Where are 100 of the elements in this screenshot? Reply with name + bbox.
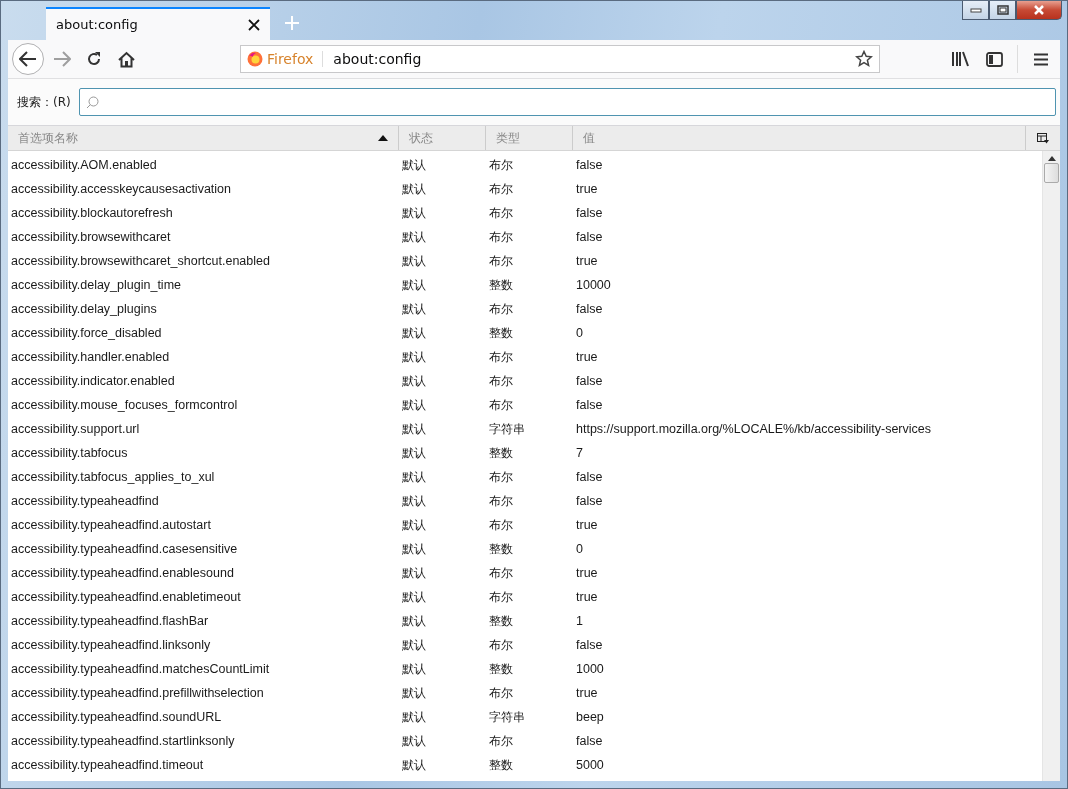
type-cell-text: 布尔 xyxy=(488,564,514,582)
pref-name-cell-text: accessibility.typeaheadfind.soundURL xyxy=(10,710,223,724)
scroll-up-icon[interactable] xyxy=(1047,156,1056,161)
type-cell-text: 布尔 xyxy=(488,180,514,198)
value-cell-text: true xyxy=(575,182,599,196)
pref-name-cell-text: accessibility.typeaheadfind.linksonly xyxy=(10,638,212,652)
close-tab-button[interactable] xyxy=(248,18,260,31)
type-cell-text: 布尔 xyxy=(488,204,514,222)
pref-name-cell-text: accessibility.typeaheadfind.flashBar xyxy=(10,614,210,628)
value-cell-text: false xyxy=(575,374,604,388)
search-field[interactable] xyxy=(78,88,1056,116)
status-cell-text: 默认 xyxy=(401,564,427,582)
browser-tab[interactable]: about:config xyxy=(46,7,270,40)
search-icon xyxy=(85,95,99,109)
type-cell-text: 整数 xyxy=(488,444,514,462)
pref-name-cell-text: accessibility.browsewithcaret_shortcut.enabled xyxy=(10,254,271,268)
type-cell-text: 布尔 xyxy=(488,492,514,510)
maximize-icon xyxy=(996,5,1009,15)
status-cell-text: 默认 xyxy=(401,276,427,294)
back-arrow-icon xyxy=(19,51,37,67)
value-cell-text: beep xyxy=(575,710,605,724)
pref-name-cell-text: accessibility.browsewithcaret xyxy=(10,230,172,244)
type-cell-text: 整数 xyxy=(488,612,514,630)
column-header[interactable]: 类型 xyxy=(486,126,573,150)
value-cell-text: https://support.mozilla.org/%LOCALE%/kb/accessibility-services xyxy=(575,422,932,436)
pref-name-cell-text: accessibility.typeaheadfind.prefillwithselection xyxy=(10,686,265,700)
type-cell-text: 整数 xyxy=(488,756,514,774)
status-cell-text: 默认 xyxy=(401,684,427,702)
maximize-button[interactable] xyxy=(989,1,1016,20)
home-icon xyxy=(117,50,135,68)
type-cell-text: 整数 xyxy=(488,540,514,558)
type-cell-text: 布尔 xyxy=(488,468,514,486)
value-cell-text: true xyxy=(575,590,599,604)
value-cell-text: false xyxy=(575,734,604,748)
type-cell-text: 布尔 xyxy=(488,156,514,174)
status-cell-text: 默认 xyxy=(401,660,427,678)
value-cell-text: 7 xyxy=(575,446,584,460)
close-window-button[interactable] xyxy=(1016,1,1062,20)
type-cell-text: 布尔 xyxy=(488,588,514,606)
tab-title: about:config xyxy=(56,17,138,32)
type-cell-text: 布尔 xyxy=(488,252,514,270)
status-cell-text: 默认 xyxy=(401,636,427,654)
search-label: 搜索：(R) xyxy=(17,93,71,111)
type-cell-text: 布尔 xyxy=(488,228,514,246)
type-cell-text: 整数 xyxy=(488,324,514,342)
type-cell-text: 布尔 xyxy=(488,372,514,390)
value-cell-text: true xyxy=(575,566,599,580)
status-cell-text: 默认 xyxy=(401,588,427,606)
value-cell-text: false xyxy=(575,206,604,220)
column-picker-icon[interactable] xyxy=(1037,132,1049,144)
type-cell-text: 布尔 xyxy=(488,636,514,654)
value-cell-text: false xyxy=(575,230,604,244)
status-cell-text: 默认 xyxy=(401,444,427,462)
value-cell-text: true xyxy=(575,350,599,364)
column-header[interactable]: 值 xyxy=(573,126,1026,150)
status-cell-text: 默认 xyxy=(401,156,427,174)
status-cell-text: 默认 xyxy=(401,228,427,246)
pref-name-cell-text: accessibility.typeaheadfind xyxy=(10,494,160,508)
value-cell-text: 0 xyxy=(575,542,584,556)
status-cell-text: 默认 xyxy=(401,732,427,750)
type-cell-text: 字符串 xyxy=(488,420,526,438)
value-cell-text: false xyxy=(575,470,604,484)
status-cell-text: 默认 xyxy=(401,300,427,318)
back-button[interactable] xyxy=(12,43,44,75)
type-cell-text: 布尔 xyxy=(488,732,514,750)
type-cell-text: 布尔 xyxy=(488,300,514,318)
pref-name-cell-text: accessibility.support.url xyxy=(10,422,141,436)
status-cell-text: 默认 xyxy=(401,324,427,342)
status-cell-text: 默认 xyxy=(401,372,427,390)
value-cell-text: 1000 xyxy=(575,662,605,676)
minimize-button[interactable] xyxy=(962,1,989,20)
value-cell-text: 10000 xyxy=(575,278,612,292)
pref-name-cell-text: accessibility.tabfocus_applies_to_xul xyxy=(10,470,216,484)
type-cell-text: 布尔 xyxy=(488,348,514,366)
scrollbar-thumb[interactable] xyxy=(1044,163,1059,183)
pref-name-cell-text: accessibility.typeaheadfind.enablesound xyxy=(10,566,235,580)
column-header[interactable]: 状态 xyxy=(399,126,486,150)
status-cell-text: 默认 xyxy=(401,420,427,438)
bookmark-star-button[interactable] xyxy=(855,50,873,68)
column-header[interactable]: 首选项名称 xyxy=(8,126,399,150)
pref-name-cell-text: accessibility.tabfocus xyxy=(10,446,129,460)
value-cell-text: 5000 xyxy=(575,758,605,772)
pref-name-cell-text: accessibility.indicator.enabled xyxy=(10,374,176,388)
pref-name-cell-text: accessibility.mouse_focuses_formcontrol xyxy=(10,398,239,412)
pref-name-cell-text: accessibility.blockautorefresh xyxy=(10,206,174,220)
url-bar[interactable]: Firefox about:config xyxy=(240,45,880,73)
status-cell-text: 默认 xyxy=(401,180,427,198)
status-cell-text: 默认 xyxy=(401,468,427,486)
value-cell-text: false xyxy=(575,638,604,652)
pref-name-cell-text: accessibility.typeaheadfind.timeout xyxy=(10,758,205,772)
status-cell-text: 默认 xyxy=(401,492,427,510)
value-cell-text: true xyxy=(575,686,599,700)
type-cell-text: 整数 xyxy=(488,276,514,294)
value-cell-text: false xyxy=(575,398,604,412)
value-cell-text: false xyxy=(575,302,604,316)
pref-name-cell-text: accessibility.AOM.enabled xyxy=(10,158,158,172)
pref-name-cell-text: accessibility.handler.enabled xyxy=(10,350,171,364)
pref-name-cell-text: accessibility.typeaheadfind.enabletimeout xyxy=(10,590,242,604)
pref-name-cell-text: accessibility.delay_plugin_time xyxy=(10,278,182,292)
value-cell-text: false xyxy=(575,158,604,172)
